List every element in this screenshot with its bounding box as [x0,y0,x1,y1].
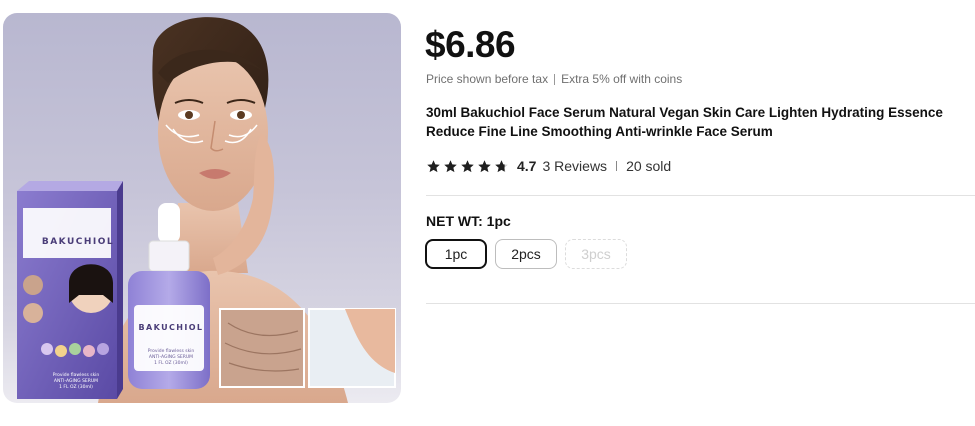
star-rating [426,159,509,174]
price-note: Price shown before tax Extra 5% off with… [426,72,682,86]
star-full-icon [427,159,440,172]
variant-label: NET WT: 1pc [426,213,511,229]
product-photo [17,17,396,403]
bottle-subtext-line: 1 FL OZ (30ml) [154,361,188,366]
bottle-subtext: Provide flawless skin ANTI-AGING SERUM 1… [131,349,211,367]
price-note-separator [554,73,556,85]
star-partial-icon [495,159,508,172]
reviews-link[interactable]: 3 Reviews [542,158,607,174]
price: $6.86 [425,24,516,65]
sold-count: 20 sold [626,158,672,174]
rating-row: 4.7 3 Reviews 20 sold [426,158,671,174]
variant-option-3pcs[interactable]: 3pcs [565,239,627,269]
price-tax-note: Price shown before tax [426,72,549,86]
box-subtext-line: 1 FL OZ (30ml) [59,385,93,390]
divider [426,303,975,304]
bottle-brand-label: BAKUCHIOL [138,323,204,332]
variant-option-2pcs[interactable]: 2pcs [495,239,557,269]
product-title: 30ml Bakuchiol Face Serum Natural Vegan … [426,105,943,139]
rating-value: 4.7 [517,158,537,174]
variant-options: 1pc 2pcs 3pcs [425,239,627,269]
product-image[interactable]: BAKUCHIOL Provide flawless skin ANTI-AGI… [3,13,401,403]
rating-separator [616,161,618,171]
box-subtext: Provide flawless skin ANTI-AGING SERUM 1… [36,373,116,391]
star-full-icon [478,159,491,172]
divider [426,195,975,196]
star-full-icon [461,159,474,172]
star-full-icon [444,159,457,172]
variant-option-1pc[interactable]: 1pc [425,239,487,269]
box-brand-label: BAKUCHIOL [41,237,115,247]
coins-discount-note: Extra 5% off with coins [561,72,683,86]
